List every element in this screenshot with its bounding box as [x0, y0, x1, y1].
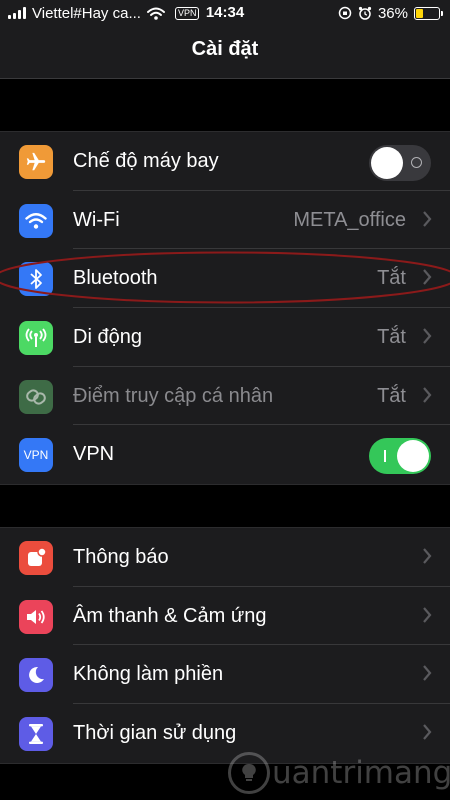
airplane-mode-toggle[interactable] [369, 145, 431, 181]
battery-icon [414, 6, 443, 20]
settings-group-connectivity: Chế độ máy bay Wi-Fi META_office Bluetoo… [0, 131, 450, 486]
chevron-right-icon [423, 387, 432, 403]
row-personal-hotspot[interactable]: Điểm truy cập cá nhân Tắt [0, 367, 450, 426]
alarm-icon [358, 6, 372, 20]
wifi-icon [19, 203, 53, 238]
battery-level-fill [416, 8, 424, 18]
row-airplane-mode[interactable]: Chế độ máy bay [0, 132, 450, 191]
watermark: uantrimang [228, 748, 450, 798]
vpn-label: VPN [73, 443, 115, 466]
status-right: 36% [338, 4, 443, 22]
notifications-label: Thông báo [73, 546, 169, 568]
do-not-disturb-label: Không làm phiền [73, 663, 224, 686]
row-do-not-disturb[interactable]: Không làm phiền [0, 645, 450, 705]
chevron-right-icon [423, 724, 432, 740]
hourglass-icon [19, 717, 53, 752]
airplane-mode-label: Chế độ máy bay [73, 150, 219, 172]
lightbulb-logo-icon [228, 752, 270, 794]
airplane-icon [19, 145, 53, 179]
cellular-label: Di động [73, 326, 142, 349]
bluetooth-label: Bluetooth [73, 267, 158, 290]
navigation-bar: Cài đặt [0, 26, 450, 79]
sounds-haptics-label: Âm thanh & Cảm ứng [73, 604, 267, 627]
status-bar: Viettel#Hay ca... VPN 14:34 36% [0, 0, 450, 26]
row-bluetooth[interactable]: Bluetooth Tắt [0, 249, 450, 309]
screen-time-label: Thời gian sử dụng [73, 722, 237, 745]
moon-icon [19, 658, 53, 693]
orientation-lock-icon [338, 6, 352, 20]
cellular-value: Tắt [377, 326, 406, 349]
wifi-value: META_office [293, 208, 406, 231]
chevron-right-icon [423, 548, 432, 564]
chevron-right-icon [423, 606, 432, 623]
battery-percent: 36% [377, 4, 408, 22]
wifi-label: Wi-Fi [73, 208, 120, 231]
vpn-toggle[interactable] [369, 438, 431, 475]
chevron-right-icon [423, 328, 432, 344]
settings-group-general: Thông báo Âm thanh & Cảm ứng Không làm p… [0, 527, 450, 764]
chevron-right-icon [423, 269, 432, 286]
hotspot-link-icon [19, 379, 53, 414]
bluetooth-icon [19, 262, 53, 297]
row-cellular[interactable]: Di động Tắt [0, 308, 450, 367]
watermark-text: uantrimang [272, 755, 450, 791]
chevron-right-icon [423, 665, 432, 682]
row-sounds-haptics[interactable]: Âm thanh & Cảm ứng [0, 587, 450, 646]
row-wifi[interactable]: Wi-Fi META_office [0, 191, 450, 250]
personal-hotspot-value: Tắt [377, 384, 406, 407]
vpn-icon-text: VPN [23, 448, 49, 463]
bluetooth-value: Tắt [377, 267, 406, 290]
speaker-icon [19, 599, 53, 634]
page-title: Cài đặt [191, 38, 259, 60]
personal-hotspot-label: Điểm truy cập cá nhân [73, 384, 274, 407]
cellular-antenna-icon [19, 321, 53, 356]
vpn-icon: VPN [19, 438, 53, 473]
notifications-icon [19, 541, 53, 575]
row-notifications[interactable]: Thông báo [0, 528, 450, 587]
chevron-right-icon [423, 210, 432, 227]
row-vpn[interactable]: VPN VPN [0, 425, 450, 484]
